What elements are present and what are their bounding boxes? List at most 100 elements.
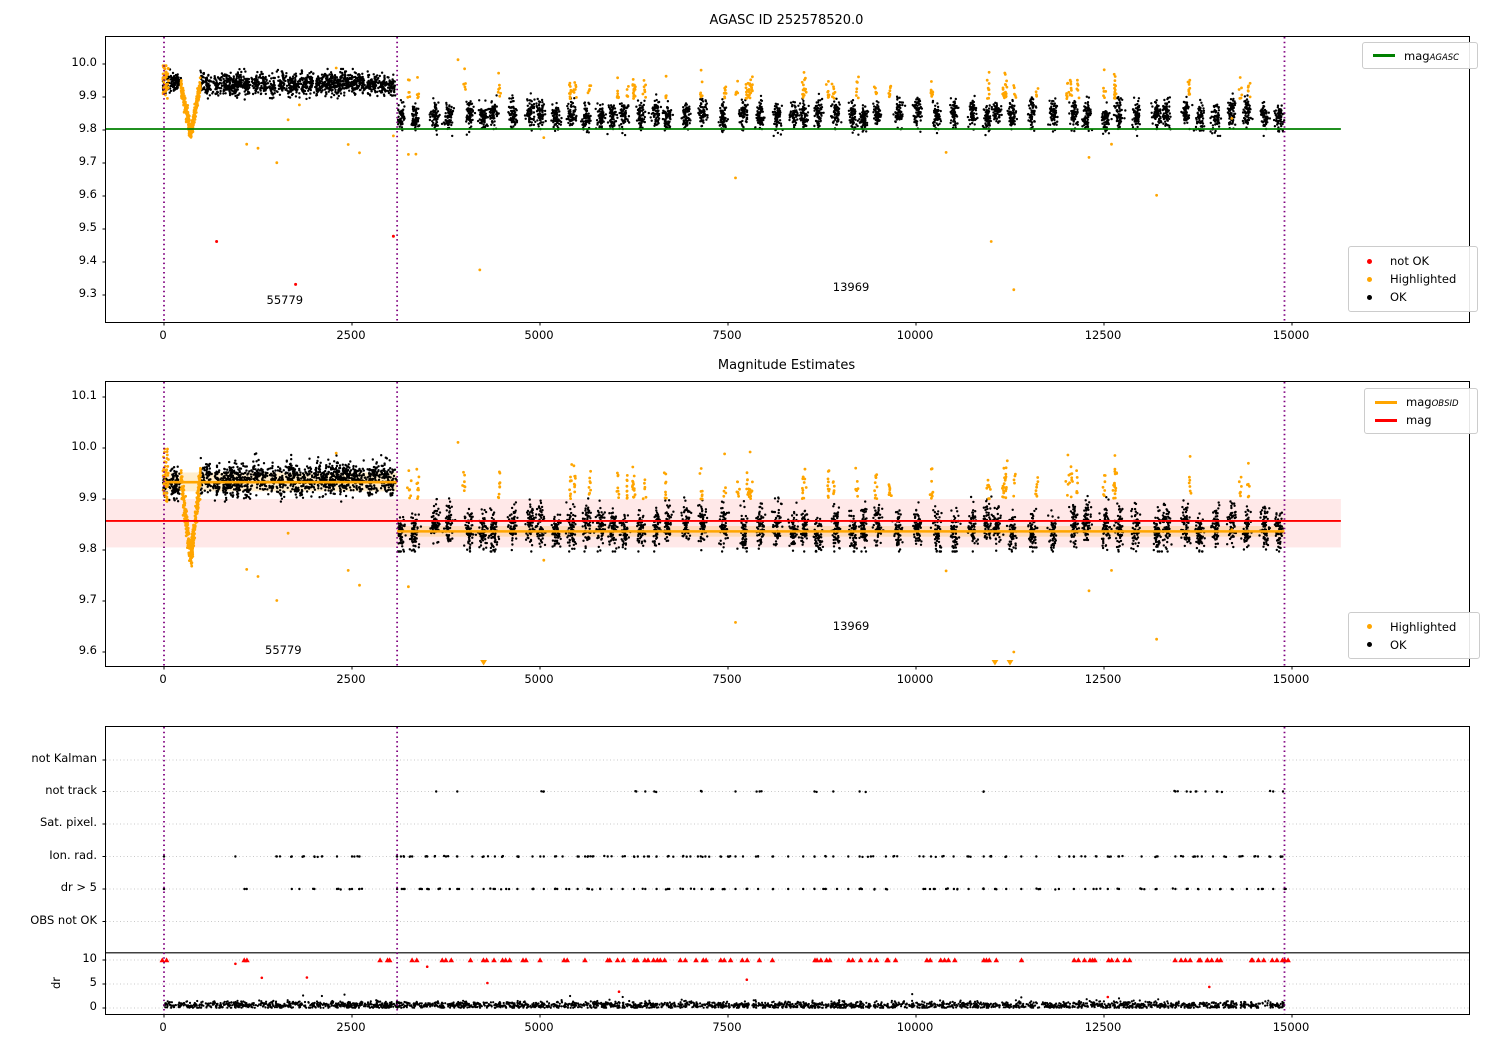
flag-row-label: OBS not OK [30,912,97,927]
legend-label-mag-agasc: magAGASC [1404,48,1460,63]
dr-large-points [234,962,1211,999]
ok-dot-icon [1367,294,1372,300]
clipped-low-marker [480,660,487,666]
not-ok-dot-icon [1367,258,1372,264]
x-tick-label: 5000 [524,672,554,686]
clipped-low-marker [991,660,999,666]
x-tick-label: 0 [159,1020,167,1034]
obsid-annotation: 13969 [832,619,870,633]
plot-canvas [102,37,1341,326]
x-tick-label: 12500 [1084,672,1122,686]
not-track-points [435,789,1285,794]
legend-entry-highlighted: Highlighted [1355,272,1471,286]
dr-clipped-triangle [491,957,497,963]
flag-row-label: dr > 5 [60,880,97,894]
dr-clipped-triangle [1122,957,1128,963]
mag-line-swatch [1375,418,1397,422]
dr-clipped-triangle [744,957,750,963]
legend-entry-mag: mag [1371,413,1471,427]
legend-entry-ok: OK [1355,290,1471,304]
dr-clipped-triangle [467,957,474,963]
legend-entry-mag-agasc: magAGASC [1369,49,1471,63]
y-tick-label: 9.9 [78,88,97,102]
x-tick-label: 15000 [1272,1020,1310,1034]
legend-label-mag-obsid: magOBSID [1406,395,1459,409]
y-tick-label: 10.1 [71,388,97,402]
y-tick-label: 9.4 [78,253,97,267]
legend-label-ok-2: OK [1390,637,1407,652]
dr-clipped-triangle [849,957,856,963]
legend-point-types-plot2: Highlighted OK [1348,612,1480,659]
x-tick-label: 12500 [1084,1020,1122,1034]
y-tick-label: 9.6 [78,187,97,201]
x-tick-label: 0 [159,672,167,686]
flag-row-label: Sat. pixel. [39,815,97,829]
dr-points [163,993,1286,1009]
flag-row-label: Ion. rad. [49,847,97,862]
y-tick-label: 9.7 [78,154,97,168]
x-tick-label: 12500 [1084,328,1122,342]
y-tick-label: 9.8 [78,121,97,135]
x-tick-label: 7500 [712,328,742,342]
dr-gt5-points [162,887,1287,891]
x-tick-label: 2500 [336,1020,366,1034]
dr-clipped-triangle [769,957,776,963]
clipped-low-marker [1006,660,1014,666]
legend-mag-agasc: magAGASC [1362,42,1478,69]
mag-obsid-line-swatch [1375,400,1397,404]
y-tick-label: 9.8 [78,541,97,555]
x-tick-label: 0 [159,328,167,342]
plot-agasc-mag [102,36,1470,326]
dr-tick-label: 5 [89,975,97,989]
legend-label-highlighted-2: Highlighted [1390,619,1457,634]
dr-clipped-triangle [1255,957,1262,963]
dr-clipped-triangle [506,957,513,963]
x-tick-label: 10000 [896,672,934,686]
legend-label-not-ok: not OK [1390,254,1430,268]
x-tick-label: 2500 [336,672,366,686]
plot-magnitude-estimates [102,381,1470,670]
dr-clipped-triangle [614,957,621,963]
plot2-title: Magnitude Estimates [717,358,856,373]
legend-label-mag: mag [1406,413,1432,427]
x-tick-label: 10000 [896,328,934,342]
dr-clipped-triangle [1182,957,1189,963]
mag-agasc-line-swatch [1373,54,1395,57]
ok-dot-icon [1367,642,1372,647]
not-ok-points [215,234,395,286]
dr-clipped-triangle [677,957,684,963]
dr-clipped-triangle [537,957,543,963]
flag-row-label: not Kalman [31,751,97,765]
ok-points [161,67,1286,138]
dr-tick-label: 10 [82,951,97,965]
legend-entry-mag-obsid: magOBSID [1371,395,1471,409]
legend-entry-ok-2: OK [1355,638,1473,652]
y-tick-label: 10.0 [71,439,97,453]
legend-label-highlighted: Highlighted [1390,272,1457,286]
y-tick-label: 9.9 [78,490,97,504]
plot-canvas [102,382,1341,670]
dr-clipped-triangle [443,957,449,963]
dr-clipped-triangle [993,957,1000,963]
dr-tick-label: 0 [89,999,97,1013]
plot-flags-dr [102,726,1470,1018]
figure: AGASC ID 252578520.0 Magnitude Estimates… [0,0,1500,1050]
x-tick-label: 2500 [336,328,366,342]
y-tick-label: 9.5 [78,220,97,234]
dr-clipped-triangle [1114,957,1121,963]
x-tick-label: 5000 [524,1020,554,1034]
legend-point-types-plot1: not OK Highlighted OK [1348,246,1478,312]
dr-clipped-triangle [377,957,383,963]
y-tick-label: 9.3 [78,286,97,300]
plot1-title: AGASC ID 252578520.0 [709,13,864,28]
obsid-annotation: 55779 [266,292,304,307]
highlighted-dot-icon [1367,276,1372,282]
dr-clipped-triangle [818,957,824,963]
legend-mag-lines-plot2: magOBSID mag [1364,388,1478,434]
dr-clipped-triangle [873,957,880,963]
legend-entry-highlighted-2: Highlighted [1355,620,1473,634]
x-tick-label: 7500 [712,672,742,686]
dr-clipped-triangle [1269,957,1276,963]
dr-clipped-triangle [1208,957,1215,963]
highlighted-dot-icon [1367,624,1372,629]
